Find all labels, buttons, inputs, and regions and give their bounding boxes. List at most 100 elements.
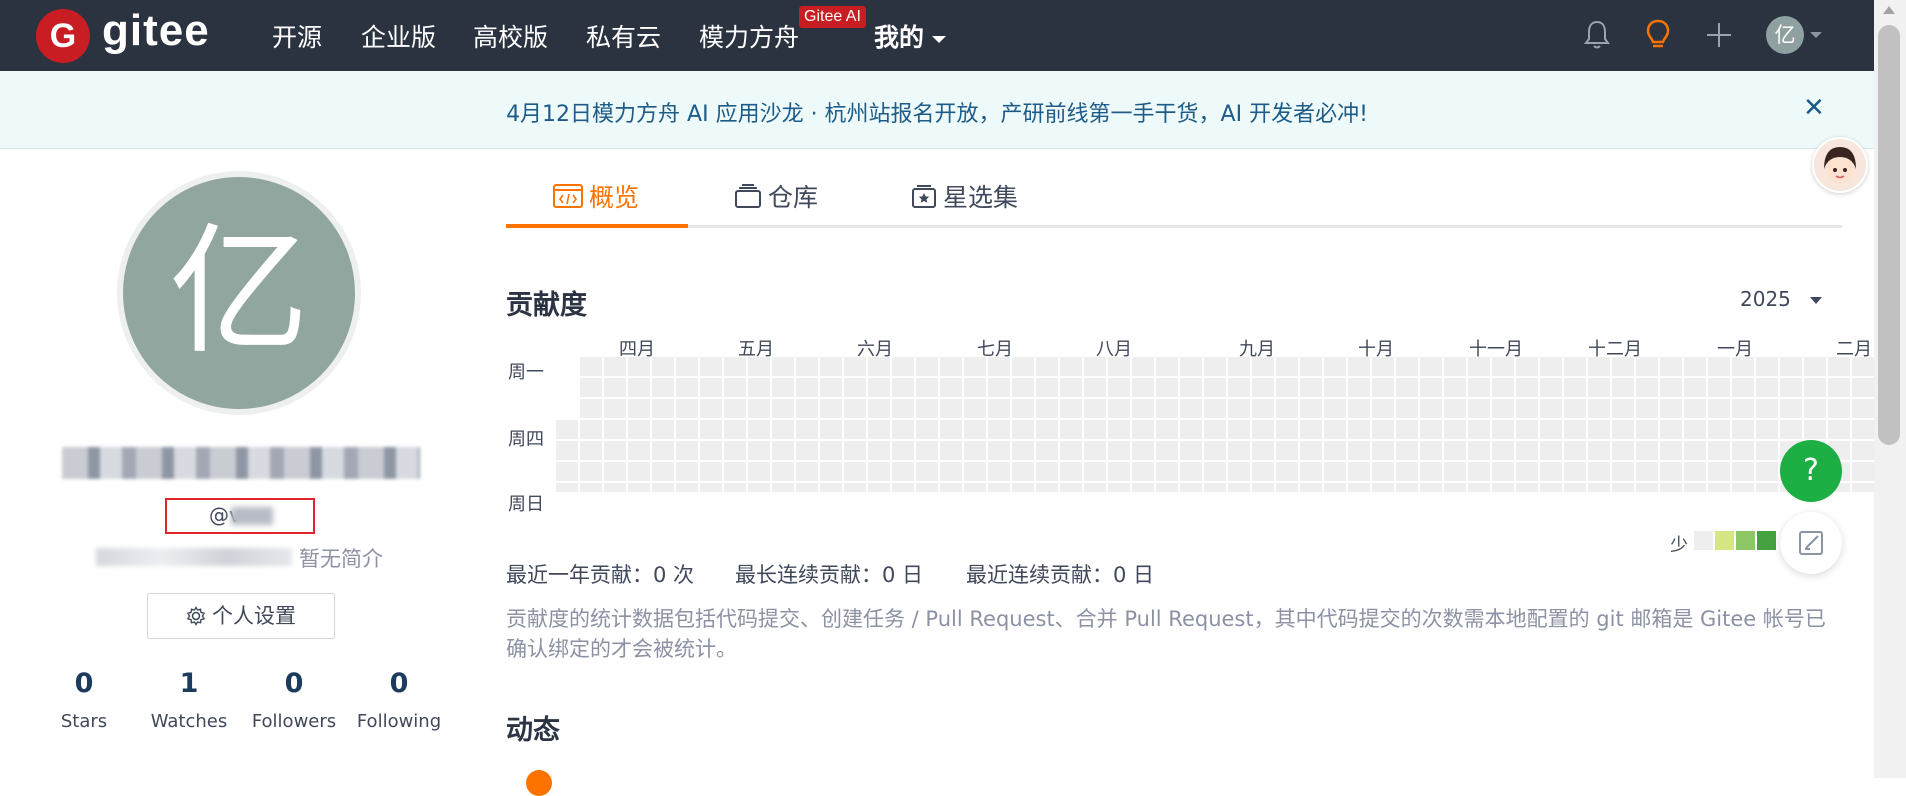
contribution-day-cell[interactable] [1252, 441, 1274, 460]
contribution-day-cell[interactable] [1252, 462, 1274, 481]
contribution-day-cell[interactable] [1660, 483, 1682, 492]
contribution-day-cell[interactable] [1204, 441, 1226, 460]
contribution-day-cell[interactable] [676, 378, 698, 397]
contribution-day-cell[interactable] [1204, 399, 1226, 418]
contribution-day-cell[interactable] [1492, 462, 1514, 481]
help-button[interactable]: ? [1780, 440, 1842, 502]
contribution-day-cell[interactable] [1348, 399, 1370, 418]
contribution-day-cell[interactable] [1060, 483, 1082, 492]
contribution-day-cell[interactable] [820, 462, 842, 481]
contribution-day-cell[interactable] [844, 462, 866, 481]
contribution-day-cell[interactable] [1132, 399, 1154, 418]
contribution-day-cell[interactable] [1396, 420, 1418, 439]
gitee-logo[interactable]: G [36, 9, 90, 63]
contribution-day-cell[interactable] [1468, 483, 1490, 492]
contribution-day-cell[interactable] [1444, 441, 1466, 460]
contribution-day-cell[interactable] [1060, 462, 1082, 481]
contribution-day-cell[interactable] [1180, 399, 1202, 418]
contribution-day-cell[interactable] [1036, 357, 1058, 376]
contribution-day-cell[interactable] [1396, 483, 1418, 492]
contribution-day-cell[interactable] [1444, 357, 1466, 376]
stat-stars[interactable]: 0 Stars [29, 668, 139, 732]
contribution-day-cell[interactable] [1324, 378, 1346, 397]
contribution-day-cell[interactable] [1084, 441, 1106, 460]
contribution-day-cell[interactable] [1540, 357, 1562, 376]
contribution-day-cell[interactable] [1228, 462, 1250, 481]
contribution-day-cell[interactable] [604, 462, 626, 481]
contribution-day-cell[interactable] [1228, 441, 1250, 460]
contribution-day-cell[interactable] [700, 378, 722, 397]
contribution-day-cell[interactable] [1348, 420, 1370, 439]
contribution-day-cell[interactable] [1756, 462, 1778, 481]
contribution-day-cell[interactable] [1756, 483, 1778, 492]
contribution-day-cell[interactable] [1132, 378, 1154, 397]
contribution-day-cell[interactable] [1060, 357, 1082, 376]
contribution-day-cell[interactable] [1156, 441, 1178, 460]
personal-settings-button[interactable]: 个人设置 [147, 593, 335, 639]
contribution-day-cell[interactable] [1204, 378, 1226, 397]
nav-moli-fangzhou[interactable]: 模力方舟 [699, 18, 799, 54]
contribution-day-cell[interactable] [748, 420, 770, 439]
contribution-day-cell[interactable] [1036, 399, 1058, 418]
contribution-day-cell[interactable] [1060, 441, 1082, 460]
contribution-day-cell[interactable] [1036, 420, 1058, 439]
contribution-day-cell[interactable] [1276, 441, 1298, 460]
feedback-button[interactable] [1780, 512, 1842, 574]
contribution-day-cell[interactable] [1852, 378, 1874, 397]
contribution-day-cell[interactable] [1684, 483, 1706, 492]
scroll-up-arrow-icon[interactable] [1883, 6, 1895, 14]
contribution-day-cell[interactable] [1012, 399, 1034, 418]
contribution-day-cell[interactable] [1156, 357, 1178, 376]
contribution-day-cell[interactable] [1636, 378, 1658, 397]
contribution-day-cell[interactable] [1588, 462, 1610, 481]
contribution-day-cell[interactable] [892, 462, 914, 481]
contribution-day-cell[interactable] [1156, 399, 1178, 418]
contribution-day-cell[interactable] [1852, 357, 1874, 376]
contribution-day-cell[interactable] [1180, 441, 1202, 460]
contribution-day-cell[interactable] [940, 378, 962, 397]
contribution-day-cell[interactable] [1348, 483, 1370, 492]
contribution-day-cell[interactable] [1012, 462, 1034, 481]
contribution-day-cell[interactable] [628, 399, 650, 418]
contribution-day-cell[interactable] [1684, 378, 1706, 397]
contribution-day-cell[interactable] [676, 483, 698, 492]
contribution-day-cell[interactable] [1564, 462, 1586, 481]
contribution-day-cell[interactable] [1156, 420, 1178, 439]
contribution-day-cell[interactable] [1588, 441, 1610, 460]
contribution-day-cell[interactable] [1180, 483, 1202, 492]
contribution-day-cell[interactable] [1804, 420, 1826, 439]
contribution-day-cell[interactable] [1420, 399, 1442, 418]
contribution-day-cell[interactable] [1660, 378, 1682, 397]
contribution-day-cell[interactable] [868, 357, 890, 376]
contribution-day-cell[interactable] [1348, 462, 1370, 481]
contribution-day-cell[interactable] [1588, 378, 1610, 397]
contribution-day-cell[interactable] [748, 441, 770, 460]
contribution-day-cell[interactable] [772, 399, 794, 418]
contribution-day-cell[interactable] [1780, 357, 1802, 376]
contribution-day-cell[interactable] [1492, 420, 1514, 439]
contribution-day-cell[interactable] [1852, 399, 1874, 418]
contribution-day-cell[interactable] [892, 399, 914, 418]
contribution-day-cell[interactable] [1828, 399, 1850, 418]
contribution-day-cell[interactable] [1276, 462, 1298, 481]
contribution-day-cell[interactable] [892, 378, 914, 397]
banner-link[interactable]: 4月12日模力方舟 AI 应用沙龙 · 杭州站报名开放，产研前线第一手干货，AI… [0, 96, 1874, 128]
contribution-day-cell[interactable] [1132, 462, 1154, 481]
contribution-day-cell[interactable] [1540, 441, 1562, 460]
contribution-day-cell[interactable] [772, 420, 794, 439]
contribution-day-cell[interactable] [916, 441, 938, 460]
contribution-day-cell[interactable] [1324, 399, 1346, 418]
nav-education[interactable]: 高校版 [473, 18, 548, 54]
tab-repositories[interactable]: 仓库 [734, 178, 818, 214]
contribution-day-cell[interactable] [1204, 462, 1226, 481]
contribution-day-cell[interactable] [916, 399, 938, 418]
contribution-day-cell[interactable] [1396, 399, 1418, 418]
contribution-day-cell[interactable] [1420, 462, 1442, 481]
contribution-day-cell[interactable] [1084, 420, 1106, 439]
chevron-down-icon[interactable] [1810, 297, 1822, 304]
contribution-day-cell[interactable] [796, 399, 818, 418]
contribution-day-cell[interactable] [844, 399, 866, 418]
contribution-day-cell[interactable] [1612, 483, 1634, 492]
contribution-day-cell[interactable] [1636, 399, 1658, 418]
contribution-day-cell[interactable] [1564, 357, 1586, 376]
